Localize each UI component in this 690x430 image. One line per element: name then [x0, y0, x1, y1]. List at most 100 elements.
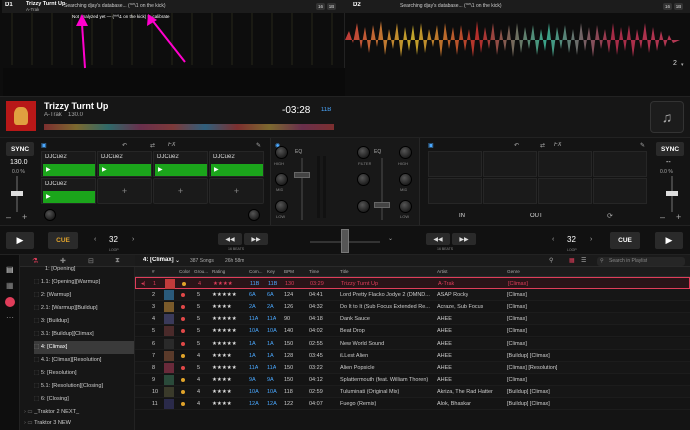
right-pad-8[interactable] — [593, 178, 647, 204]
left-pad-6-add[interactable]: + — [97, 178, 152, 204]
table-row[interactable]: 11 4 ★★★★ 12A 12A 122 04:07 Fuego (Remix) Alok, … — [135, 398, 690, 411]
tree-item-2[interactable]: ⬚ 1.1: [Opening][Warmup] — [34, 276, 134, 289]
right-pad-4[interactable] — [593, 151, 647, 177]
list-filter-icon[interactable]: ⚲ — [549, 257, 553, 264]
left-channel-fader[interactable] — [301, 158, 303, 220]
crossfader-menu-icon[interactable]: ⌄ — [388, 235, 393, 242]
left-loop-icon[interactable]: ↶ — [122, 142, 127, 149]
table-row[interactable]: 3 5 ★★★★ 2A 2A 126 04:32 Do It to It (Sub Focus… — [135, 301, 690, 314]
left-pad-5[interactable]: DJCue2 ▶ — [41, 178, 96, 204]
right-loop-icon[interactable]: ↶ — [514, 142, 519, 149]
search-input[interactable]: Search in Playlist — [609, 257, 647, 266]
left-play-button[interactable]: ▶ — [6, 232, 34, 249]
table-row[interactable]: 2 5 ★★★★★ 6A 6A 124 04:41 Lord Pretty Flacko Jo… — [135, 289, 690, 302]
left-channel-fader-handle[interactable] — [294, 172, 310, 178]
left-loop-length[interactable]: 32 — [109, 235, 118, 244]
left-edit-icon[interactable]: ✎ — [256, 142, 261, 149]
tree-item-9[interactable]: ⬚ 5: [Resolution] — [34, 367, 134, 380]
left-loop-halve[interactable]: ‹ — [94, 236, 96, 243]
left-pitch-plus[interactable]: + — [22, 212, 27, 222]
tree-item-10[interactable]: ⬚ 5.1: [Resolution][Closing] — [34, 380, 134, 393]
playlist-search[interactable]: ⚲ Search in Playlist — [597, 257, 685, 266]
right-loop-out-button[interactable]: OUT — [530, 213, 543, 219]
deck1-btn-16[interactable]: 16 — [316, 3, 325, 10]
right-pitch-handle[interactable] — [666, 191, 678, 196]
right-loop-length[interactable]: 32 — [567, 235, 576, 244]
left-pad-4[interactable]: DJCue2 ▶ — [209, 151, 264, 177]
right-fx-tab[interactable]: FX — [554, 142, 562, 148]
music-source-icon[interactable] — [5, 297, 15, 307]
library-icon[interactable]: ▤ — [6, 265, 14, 274]
col-color[interactable]: Color — [179, 267, 190, 277]
col-genre[interactable]: Genre — [507, 267, 520, 277]
left-pad-2[interactable]: DJCue2 ▶ — [97, 151, 152, 177]
list-view-icon[interactable]: ☰ — [581, 257, 586, 264]
left-swap-icon[interactable]: ⇄ — [150, 142, 155, 149]
right-reloop-icon[interactable]: ⟳ — [607, 212, 613, 220]
right-sync-button[interactable]: SYNC — [656, 142, 684, 156]
tree-item-7-selected[interactable]: ⬚ 4: [Climax] — [34, 341, 134, 354]
deck1-overview[interactable]: D1 Trizzy Turnt Up A-Trak Searching djay… — [0, 0, 345, 96]
history-tab-icon[interactable]: ⧗ — [115, 257, 120, 265]
right-edit-icon[interactable]: ✎ — [640, 142, 645, 149]
table-row[interactable]: 9 4 ★★★★ 9A 9A 150 04:12 Splattermouth (feat. W… — [135, 373, 690, 386]
right-play-button[interactable]: ▶ — [655, 232, 683, 249]
tree-item-1[interactable]: 1: [Opening] — [45, 263, 75, 276]
crossfader-handle[interactable] — [341, 229, 349, 253]
col-bpm[interactable]: BPM — [284, 267, 294, 277]
table-row[interactable]: 4 5 ★★★★★ 11A 11A 90 04:18 Dank Sauce AHEE [Clima… — [135, 313, 690, 326]
tree-item-11[interactable]: ⬚ 6: [Closing] — [34, 393, 134, 406]
more-icon[interactable]: ⋯ — [6, 313, 14, 322]
right-pad-2[interactable] — [483, 151, 537, 177]
deck2-overview[interactable]: D2 Searching djay's database... (^^\1 on… — [345, 0, 690, 96]
left-fx-tab[interactable]: FX — [168, 142, 176, 148]
right-channel-fader[interactable] — [381, 158, 383, 220]
col-time[interactable]: Time — [309, 267, 319, 277]
pan-knob[interactable] — [357, 200, 370, 213]
col-title[interactable]: Title — [340, 267, 349, 277]
deck1-btn-1b[interactable]: 1B — [327, 3, 336, 10]
music-note-icon[interactable]: ♫ — [650, 101, 684, 133]
table-row[interactable]: 10 4 ★★★★ 10A 10A 118 02:59 Tuluminati (Origina… — [135, 385, 690, 398]
right-swap-icon[interactable]: ⇄ — [540, 142, 545, 149]
col-number[interactable]: # — [152, 267, 155, 277]
right-pad-6[interactable] — [483, 178, 537, 204]
left-loop-double[interactable]: › — [132, 236, 134, 243]
left-pad-3[interactable]: DJCue2 ▶ — [153, 151, 208, 177]
right-pad-7[interactable] — [538, 178, 592, 204]
right-beatjump-fwd[interactable]: ▶▶ — [452, 233, 476, 245]
filter-knob[interactable] — [357, 146, 370, 159]
left-pad-8-add[interactable]: + — [209, 178, 264, 204]
tree-item-6[interactable]: ⬚ 3.1: [Buildup][Climax] — [34, 328, 134, 341]
col-group[interactable]: Grou... — [194, 267, 208, 277]
left-pad-mode-icon[interactable]: ▣ — [41, 142, 47, 149]
table-row[interactable]: 8 5 ★★★★★ 11A 11A 150 03:22 Alien Popsicle AHEE [… — [135, 361, 690, 374]
col-rating[interactable]: Rating — [212, 267, 225, 277]
left-pad-7-add[interactable]: + — [153, 178, 208, 204]
right-beatjump-back[interactable]: ◀◀ — [426, 233, 450, 245]
right-pitch-plus[interactable]: + — [676, 212, 681, 222]
col-comment[interactable]: Com... — [249, 267, 263, 277]
playlist-dropdown-icon[interactable]: ⌄ — [175, 257, 180, 264]
tree-item-4[interactable]: ⬚ 2.1: [Warmup][Buildup] — [34, 302, 134, 315]
left-beatjump-fwd[interactable]: ▶▶ — [244, 233, 268, 245]
tree-item-3[interactable]: ⬚ 2: [Warmup] — [34, 289, 134, 302]
deck2-btn-1b[interactable]: 1B — [674, 3, 683, 10]
left-eq-low-knob[interactable] — [275, 200, 288, 213]
left-eq-mid-knob[interactable] — [275, 173, 288, 186]
right-pitch-minus[interactable]: – — [660, 212, 665, 222]
table-row[interactable]: ◂| 1 4 ★★★★ 11B 11B 130 03:29 Trizzy Turnt Up A-T… — [135, 277, 690, 290]
col-artist[interactable]: Artist — [437, 267, 447, 277]
table-row[interactable]: 5 5 ★★★★★ 10A 10A 140 04:02 Beat Drop AHEE [Clima… — [135, 325, 690, 338]
left-pitch-minus[interactable]: – — [6, 212, 11, 222]
right-pad-5[interactable] — [428, 178, 482, 204]
explorer-tab-icon[interactable]: ⊟ — [88, 257, 94, 265]
left-fx-knob-2[interactable] — [248, 209, 260, 221]
gain-knob[interactable] — [357, 173, 370, 186]
tree-item-8[interactable]: ⬚ 4.1: [Climax][Resolution] — [34, 354, 134, 367]
right-loop-halve[interactable]: ‹ — [552, 236, 554, 243]
now-mini-waveform[interactable] — [44, 124, 334, 130]
tree-item-5[interactable]: ⬚ 3: [Buildup] — [34, 315, 134, 328]
table-row[interactable]: 7 4 ★★★★ 1A 1A 128 03:45 iLLest Alien AHEE [Build… — [135, 349, 690, 362]
right-channel-fader-handle[interactable] — [374, 202, 390, 208]
